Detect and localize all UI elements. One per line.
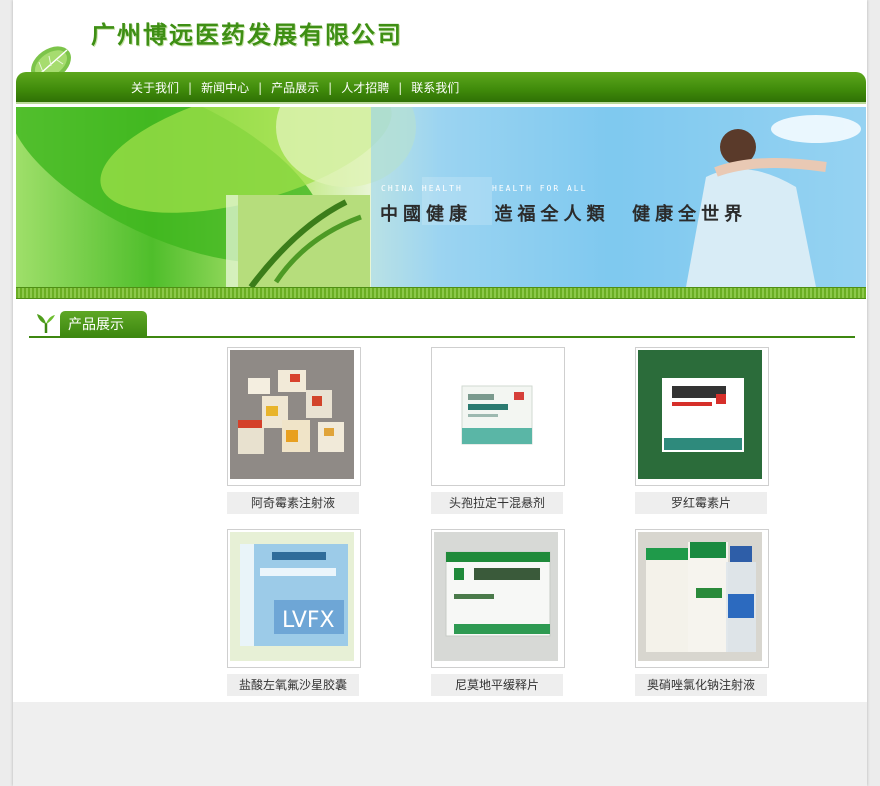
product-name[interactable]: 罗红霉素片 [635, 492, 767, 514]
product-name[interactable]: 头孢拉定干混悬剂 [431, 492, 563, 514]
product-image[interactable]: LVFX [227, 529, 361, 668]
hero-banner: CHINA HEALTH HEALTH FOR ALL 中國健康 造福全人類 健… [16, 107, 866, 287]
nav-separator: | [188, 80, 193, 95]
sprout-icon [37, 314, 55, 333]
nav-item-news[interactable]: 新闻中心 [201, 79, 249, 96]
product-card: 尼莫地平缓释片 [431, 529, 565, 696]
product-card: 阿奇霉素注射液 [227, 347, 361, 514]
company-name: 广州博远医药发展有限公司 [91, 21, 403, 49]
section-divider [29, 336, 855, 338]
product-name[interactable]: 盐酸左氧氟沙星胶囊 [227, 674, 359, 696]
nav-item-careers[interactable]: 人才招聘 [341, 79, 389, 96]
product-image[interactable] [635, 529, 769, 668]
nav-separator: | [328, 80, 333, 95]
nav-item-contact[interactable]: 联系我们 [411, 79, 459, 96]
product-card: 头孢拉定干混悬剂 [431, 347, 565, 514]
product-image[interactable] [227, 347, 361, 486]
nav-separator: | [258, 80, 263, 95]
product-image[interactable] [431, 529, 565, 668]
product-name[interactable]: 奥硝唑氯化钠注射液 [635, 674, 767, 696]
product-name[interactable]: 阿奇霉素注射液 [227, 492, 359, 514]
product-photo-ornidazole [638, 532, 762, 661]
product-image[interactable] [635, 347, 769, 486]
banner-tag-right: HEALTH FOR ALL [492, 184, 588, 193]
nav-item-about[interactable]: 关于我们 [131, 79, 179, 96]
product-name[interactable]: 尼莫地平缓释片 [431, 674, 563, 696]
product-photo-roxithromycin [638, 350, 762, 479]
banner-artwork [16, 107, 866, 287]
product-card: LVFX 盐酸左氧氟沙星胶囊 [227, 529, 361, 696]
product-photo-levofloxacin: LVFX [230, 532, 354, 661]
section-title-products: 产品展示 [60, 311, 147, 337]
product-image[interactable] [431, 347, 565, 486]
nav-item-products[interactable]: 产品展示 [271, 79, 319, 96]
product-photo-cefradine [434, 350, 558, 479]
svg-text:LVFX: LVFX [282, 608, 335, 633]
product-photo-azithromycin [230, 350, 354, 479]
product-photo-nimodipine [434, 532, 558, 661]
product-card: 奥硝唑氯化钠注射液 [635, 529, 769, 696]
banner-tag-left: CHINA HEALTH [381, 184, 463, 193]
page-container: 广州博远医药发展有限公司 关于我们 | 新闻中心 | 产品展示 | 人才招聘 |… [13, 0, 867, 786]
product-card: 罗红霉素片 [635, 347, 769, 514]
nav-separator: | [398, 80, 403, 95]
banner-stripe [16, 287, 866, 299]
main-nav: 关于我们 | 新闻中心 | 产品展示 | 人才招聘 | 联系我们 [16, 72, 866, 102]
banner-slogan: 中國健康 造福全人類 健康全世界 [380, 204, 748, 225]
